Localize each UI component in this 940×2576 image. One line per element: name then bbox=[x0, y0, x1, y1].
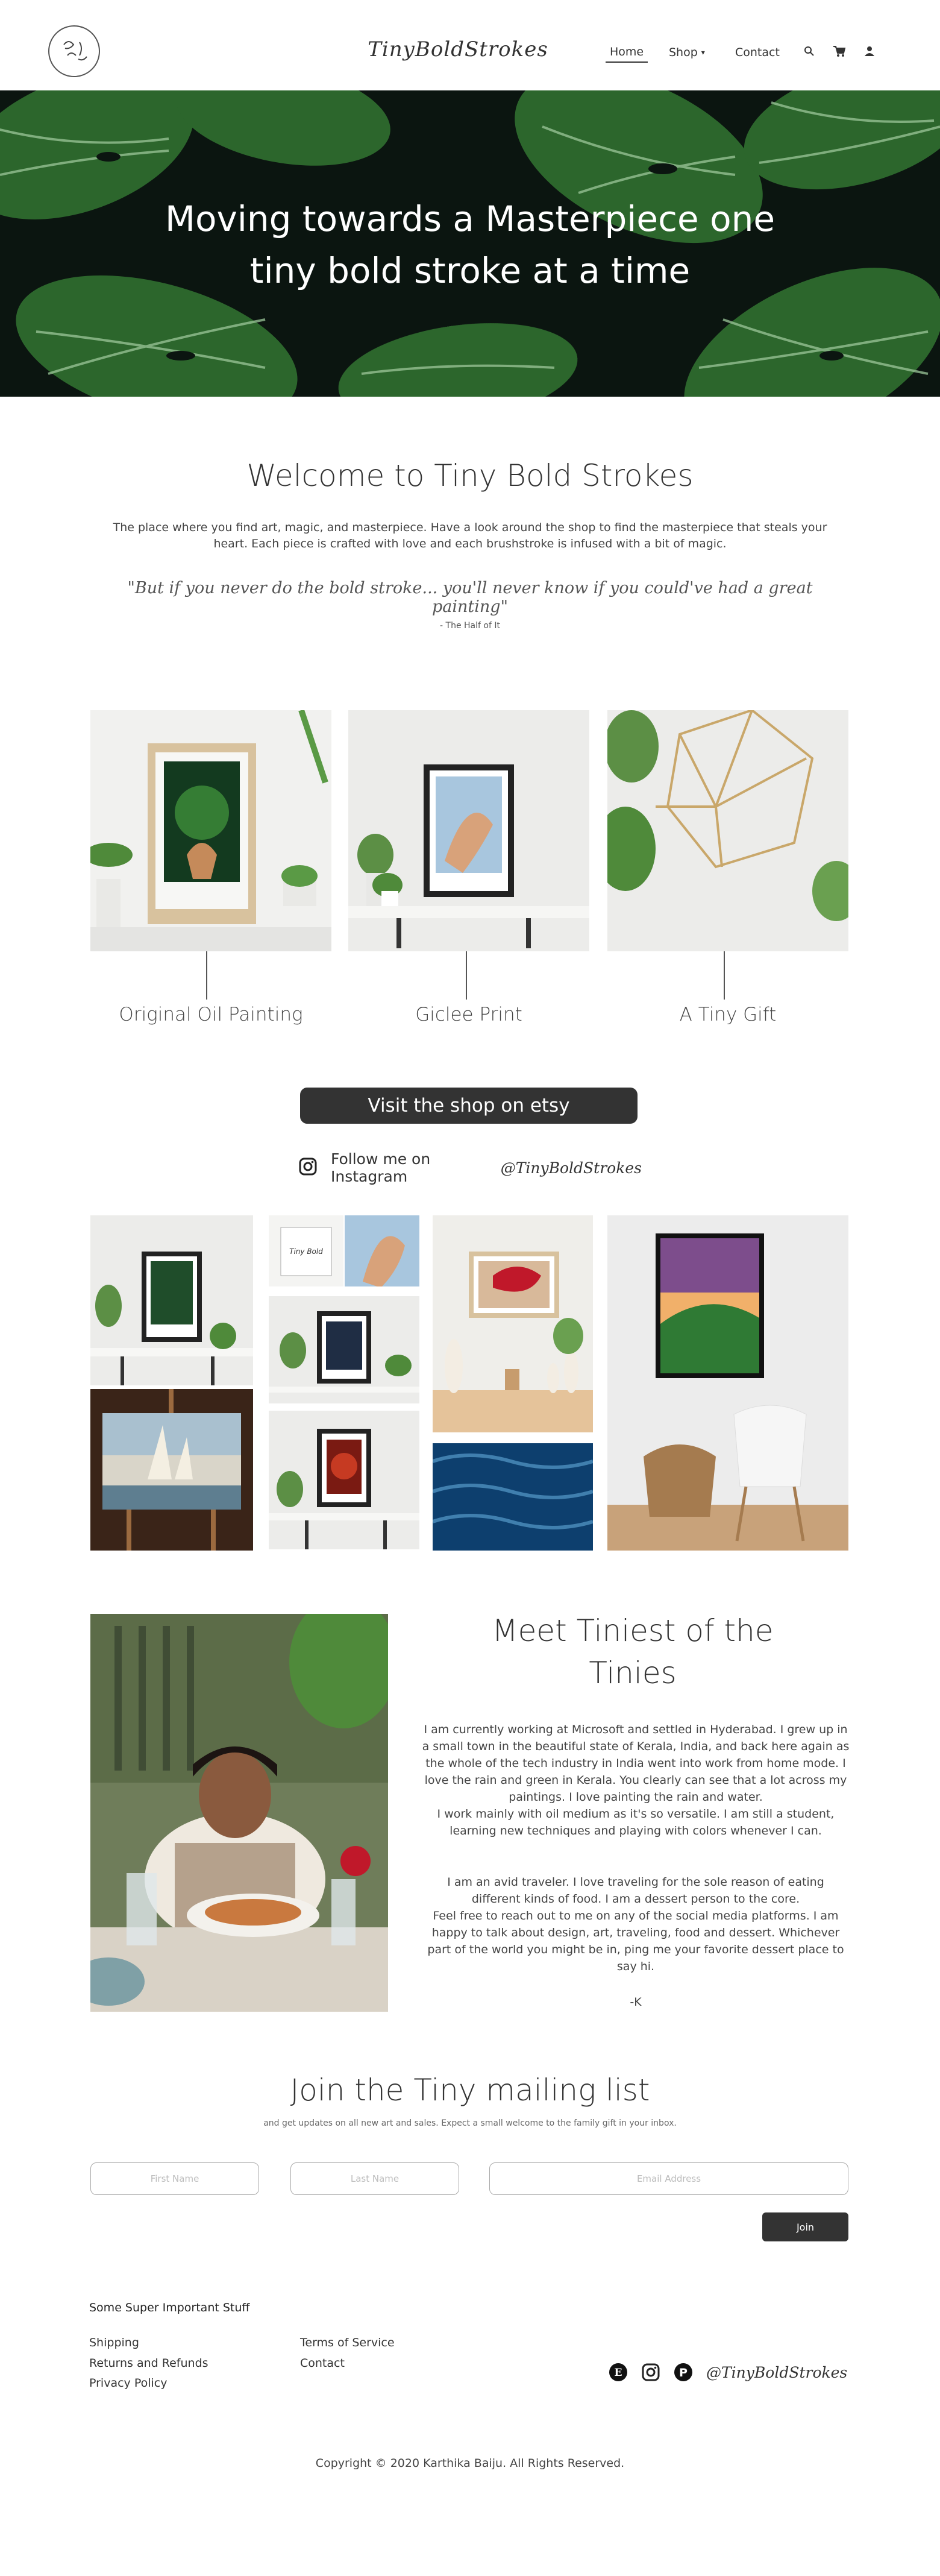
product-image-giclee-print[interactable] bbox=[348, 710, 589, 951]
first-name-input[interactable]: First Name bbox=[90, 2162, 259, 2195]
footer-link-contact[interactable]: Contact bbox=[300, 2357, 481, 2372]
hero-title: Moving towards a Masterpiece one tiny bo… bbox=[139, 193, 801, 301]
about-title-line2: Tinies bbox=[589, 1655, 677, 1690]
footer-heading: Some Super Important Stuff bbox=[89, 2301, 250, 2314]
social-links: E P @TinyBoldStrokes bbox=[609, 2357, 856, 2387]
instagram-follow[interactable]: Follow me on Instagram @TinyBoldStrokes bbox=[298, 1150, 642, 1185]
account-icon[interactable] bbox=[862, 43, 877, 59]
gallery-image[interactable] bbox=[269, 1411, 419, 1549]
cart-icon[interactable] bbox=[832, 43, 847, 59]
instagram-icon[interactable] bbox=[298, 1157, 318, 1179]
product-image-tiny-gift[interactable] bbox=[607, 710, 848, 951]
product-label-tiny-gift[interactable]: A Tiny Gift bbox=[607, 1004, 848, 1034]
mailing-title: Join the Tiny mailing list bbox=[290, 2073, 650, 2108]
product-label-original-oil[interactable]: Original Oil Painting bbox=[90, 1004, 331, 1034]
last-name-input[interactable]: Last Name bbox=[290, 2162, 459, 2195]
footer-link-terms[interactable]: Terms of Service bbox=[300, 2336, 481, 2352]
about-paragraph-1: I am currently working at Microsoft and … bbox=[422, 1721, 850, 1848]
copyright: Copyright © 2020 Karthika Baiju. All Rig… bbox=[315, 2457, 625, 2470]
about-text: I am an avid traveler. I love traveling … bbox=[447, 1875, 824, 1906]
gallery-image[interactable] bbox=[345, 1215, 419, 1286]
quote-author: - The Half of It bbox=[440, 621, 500, 631]
about-title-line1: Meet Tiniest of the bbox=[492, 1613, 774, 1648]
divider-line bbox=[206, 951, 207, 1000]
product-label-giclee-print[interactable]: Giclee Print bbox=[348, 1004, 589, 1034]
mailing-subtitle: and get updates on all new art and sales… bbox=[263, 2118, 677, 2128]
nav-shop[interactable]: Shop ▾ bbox=[669, 42, 717, 63]
svg-text:Tiny Bold: Tiny Bold bbox=[289, 1247, 323, 1256]
about-text: Feel free to reach out to me on any of t… bbox=[427, 1909, 844, 1973]
chevron-down-icon: ▾ bbox=[701, 48, 705, 57]
brand-logo[interactable]: TinyBoldStrokes bbox=[368, 25, 548, 74]
gallery-image[interactable]: Tiny Bold bbox=[269, 1215, 343, 1286]
instagram-handle[interactable]: @TinyBoldStrokes bbox=[501, 1159, 642, 1177]
pinterest-icon[interactable]: P bbox=[674, 2363, 693, 2382]
welcome-quote: "But if you never do the bold stroke... … bbox=[127, 579, 813, 616]
about-text: I work mainly with oil medium as it's so… bbox=[437, 1807, 835, 1838]
hero-banner: Moving towards a Masterpiece one tiny bo… bbox=[0, 90, 940, 397]
product-image-original-oil[interactable] bbox=[90, 710, 331, 951]
gallery-image[interactable] bbox=[269, 1296, 419, 1403]
gallery-image[interactable] bbox=[433, 1443, 593, 1551]
svg-text:E: E bbox=[615, 2367, 622, 2379]
footer-brand[interactable]: @TinyBoldStrokes bbox=[706, 2364, 847, 2381]
search-icon[interactable] bbox=[801, 43, 817, 59]
gallery-image[interactable] bbox=[90, 1215, 253, 1385]
gallery-image[interactable] bbox=[90, 1389, 253, 1551]
footer-link-privacy[interactable]: Privacy Policy bbox=[89, 2376, 270, 2392]
nav-shop-label: Shop bbox=[669, 46, 698, 59]
divider-line bbox=[466, 951, 467, 1000]
welcome-title: Welcome to Tiny Bold Strokes bbox=[246, 458, 694, 493]
email-input[interactable]: Email Address bbox=[489, 2162, 848, 2195]
visit-etsy-button[interactable]: Visit the shop on etsy bbox=[300, 1088, 638, 1124]
hero-title-line1: Moving towards a Masterpiece one bbox=[164, 198, 776, 239]
divider-line bbox=[724, 951, 725, 1000]
hero-title-line2: tiny bold stroke at a time bbox=[249, 250, 691, 291]
site-header: TinyBoldStrokes Home Shop ▾ Contact bbox=[0, 0, 940, 90]
svg-text:P: P bbox=[679, 2366, 688, 2379]
welcome-text: The place where you find art, magic, and… bbox=[113, 521, 827, 550]
about-text: I am currently working at Microsoft and … bbox=[422, 1723, 850, 1804]
about-signature: -K bbox=[630, 1995, 642, 2009]
about-photo bbox=[90, 1614, 388, 2012]
gallery-image[interactable] bbox=[607, 1215, 848, 1551]
instagram-icon[interactable] bbox=[641, 2363, 660, 2382]
footer-link-returns[interactable]: Returns and Refunds bbox=[89, 2357, 270, 2372]
footer-link-shipping[interactable]: Shipping bbox=[89, 2336, 270, 2352]
nav-contact[interactable]: Contact bbox=[735, 42, 789, 63]
about-title: Meet Tiniest of the Tinies bbox=[422, 1610, 844, 1700]
about-paragraph-2: I am an avid traveler. I love traveling … bbox=[422, 1874, 850, 1988]
gallery-image[interactable] bbox=[433, 1215, 593, 1432]
etsy-icon[interactable]: E bbox=[609, 2363, 628, 2382]
instagram-text: Follow me on Instagram bbox=[331, 1150, 431, 1185]
nav-home[interactable]: Home bbox=[606, 42, 648, 63]
logo-icon[interactable] bbox=[48, 25, 100, 77]
join-button[interactable]: Join bbox=[762, 2212, 848, 2241]
